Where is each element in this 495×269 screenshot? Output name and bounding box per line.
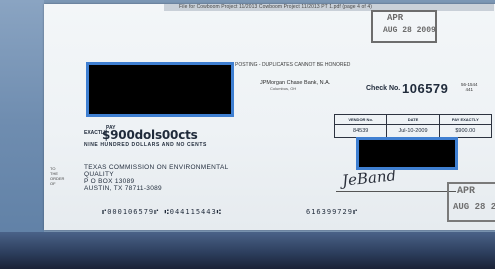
grid-value: Jul-10-2009 [398,128,428,134]
header-strip-text: File for Cowboom Project 11/2013 Cowboom… [179,4,373,10]
payee-line: AUSTIN, TX 78711-3089 [84,185,162,192]
received-stamp-bottom: APR AUG 28 2 [447,182,495,222]
desk-edge [0,232,495,269]
routing-fraction: 56-1544 441 [461,82,478,92]
stamp-bottom-line1: APR [457,186,476,197]
check-number-label: Check No. [366,85,401,92]
routing-bottom: 441 [465,87,474,92]
grid-col-date: DATE Jul-10-2009 [387,115,440,137]
received-stamp-top: APR AUG 28 2009 [371,10,437,43]
to-order-line: OF [50,181,56,186]
micr-line-left: ⑈000106579⑈ ⑆044115443⑆ [102,208,222,216]
amount-in-words: NINE HUNDRED DOLLARS AND NO CENTS [84,142,207,148]
bank-city: Columbus, OH [270,86,297,91]
payee-address: TEXAS COMMISSION ON ENVIRONMENTAL QUALIT… [84,164,229,192]
micr-line-right: 616399729⑈ [306,208,359,216]
to-the-order-of-label: TO THE ORDER OF [50,166,64,186]
grid-col-vendor: VENDOR No. 84539 [335,115,388,137]
check-document: File for Cowboom Project 11/2013 Cowboom… [44,4,495,230]
check-number: 106579 [402,81,449,96]
grid-header: DATE [387,117,439,125]
grid-header: PAY EXACTLY [439,117,491,125]
redaction-box [356,137,458,170]
stamp-top-line1: APR [387,13,404,23]
grid-value: 84539 [353,128,369,134]
pay-amount: $900dols00cts [102,128,198,142]
desk-background [0,0,44,269]
redaction-box [86,62,234,117]
grid-value: $900.00 [455,128,476,134]
signature-line [336,191,456,192]
grid-header: VENDOR No. [335,117,387,125]
stamp-top-line2: AUG 28 2009 [383,26,436,35]
stamp-bottom-line2: AUG 28 2 [453,202,495,212]
check-info-grid: VENDOR No. 84539 DATE Jul-10-2009 PAY EX… [334,114,492,138]
grid-col-pay-exactly: PAY EXACTLY $900.00 [439,115,491,137]
payee-line: TEXAS COMMISSION ON ENVIRONMENTAL [84,164,229,171]
posting-notice: POSTING - DUPLICATES CANNOT BE HONORED [235,62,351,68]
payee-line: P O BOX 13089 [84,178,135,185]
payee-line: QUALITY [84,171,114,178]
